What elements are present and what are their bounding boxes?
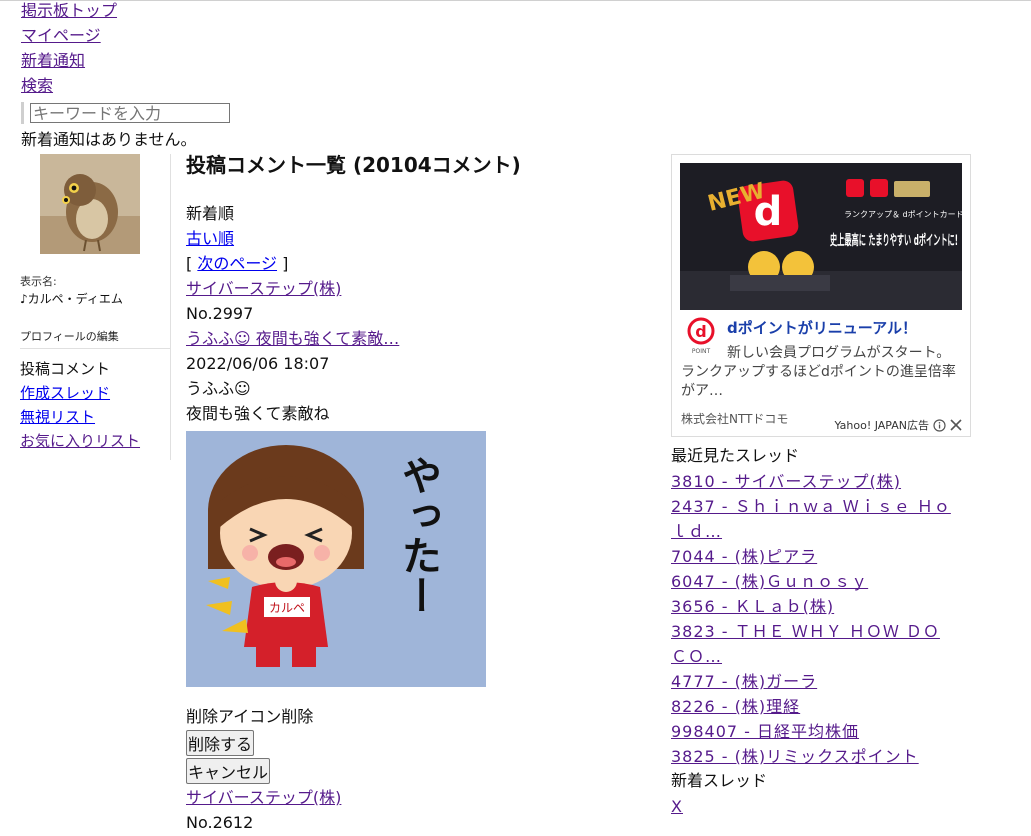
new-threads-heading: 新着スレッド [671, 771, 768, 790]
recent-thread-link[interactable]: 7044 - (株)ピアラ [671, 544, 961, 569]
thread-sidebar: 最近見たスレッド 3810 - サイバーステップ(株) 2437 - Ｓｈｉｎｗ… [671, 444, 961, 819]
sticker-text: やったー [395, 455, 441, 615]
next-post-number: No.2612 [186, 813, 254, 832]
delete-button[interactable]: 削除する [186, 730, 255, 756]
menu-ignore-list-link[interactable]: 無視リスト [20, 406, 140, 430]
keyword-search-input[interactable] [30, 103, 230, 123]
ad-body-line-2: ランクアップするほどdポイントの進呈倍率がア… [681, 364, 956, 399]
ad-banner-image[interactable]: d NEW ランクアップ＆ dポイントカードご利用で 史上最高に たまりやすい … [680, 163, 962, 310]
search-bar-divider [21, 102, 24, 124]
next-post-company-link[interactable]: サイバーステップ(株) [186, 788, 341, 807]
display-name-value: ♪カルペ・ディエム [20, 292, 123, 306]
ad-card[interactable]: d NEW ランクアップ＆ dポイントカードご利用で 史上最高に たまりやすい … [671, 154, 971, 437]
menu-posted-comments: 投稿コメント [20, 360, 111, 378]
cheering-girl-sticker-image: カルペ やったー [186, 431, 486, 687]
ad-title[interactable]: dポイントがリニューアル！ [727, 317, 917, 338]
nav-board-top-link[interactable]: 掲示板トップ [21, 0, 117, 25]
pager: [ 次のページ ] [186, 252, 656, 277]
top-nav: 掲示板トップ マイページ 新着通知 検索 [21, 0, 117, 100]
search-row [21, 101, 230, 125]
page-title: 投稿コメント一覧 (20104コメント) [186, 153, 521, 177]
cancel-button[interactable]: キャンセル [186, 758, 271, 784]
recent-threads-heading: 最近見たスレッド [671, 446, 800, 465]
ad-info-icon[interactable] [933, 418, 946, 432]
new-thread-link[interactable]: X [671, 794, 961, 819]
ad-sponsor: 株式会社NTTドコモ [681, 412, 789, 426]
sort-oldest-link[interactable]: 古い順 [186, 229, 234, 248]
notification-status: 新着通知はありません。 [21, 130, 197, 149]
sticker-name-tag: カルペ [269, 601, 305, 615]
nav-mypage-link[interactable]: マイページ [21, 25, 117, 50]
ad-body-line-1: 新しい会員プログラムがスタート。 [727, 345, 951, 361]
ad-label: Yahoo! JAPAN広告 [834, 417, 962, 433]
recent-thread-link[interactable]: 6047 - (株)Ｇｕｎｏｓｙ [671, 569, 961, 594]
recent-thread-link[interactable]: 3656 - ＫＬａｂ(株) [671, 594, 961, 619]
post-datetime: 2022/06/06 18:07 [186, 354, 330, 373]
svg-text:d: d [695, 322, 706, 341]
menu-created-threads-link[interactable]: 作成スレッド [20, 382, 140, 406]
ad-provider-label: Yahoo! JAPAN広告 [834, 419, 929, 432]
recent-thread-link[interactable]: 3810 - サイバーステップ(株) [671, 469, 961, 494]
recent-thread-link[interactable]: 3825 - (株)リミックスポイント [671, 744, 961, 769]
recent-thread-link[interactable]: 3823 - ＴＨＥ ＷＨＹ ＨＯＷ ＤＯ ＣＯ… [671, 619, 961, 669]
sort-newest: 新着順 [186, 204, 235, 223]
pager-close-bracket: ] [282, 254, 289, 273]
next-page-link[interactable]: 次のページ [197, 254, 277, 273]
top-border [0, 0, 1031, 1]
delete-heading: 削除アイコン削除 [186, 707, 314, 726]
nav-notifications-link[interactable]: 新着通知 [21, 50, 117, 75]
ad-body: 新しい会員プログラムがスタート。 ランクアップするほどdポイントの進呈倍率がア… [681, 344, 966, 401]
comment-list-main: 投稿コメント一覧 (20104コメント) 新着順 古い順 [ 次のページ ] サ… [186, 150, 656, 836]
nav-search-link[interactable]: 検索 [21, 75, 117, 100]
pager-open-bracket: [ [186, 254, 193, 273]
profile-menu: 投稿コメント 作成スレッド 無視リスト お気に入りリスト [20, 358, 140, 454]
post-number: No.2997 [186, 304, 254, 323]
display-name-label: 表示名: [20, 275, 57, 288]
sidebar-divider [20, 348, 170, 349]
ad-close-icon[interactable] [950, 419, 962, 431]
recent-thread-link[interactable]: 2437 - Ｓｈｉｎｗａ Ｗｉｓｅ Ｈｏｌｄ… [671, 494, 961, 544]
menu-favorites-link[interactable]: お気に入りリスト [20, 430, 140, 454]
post-thread-link[interactable]: うふふ☺ 夜間も強くて素敵… [186, 329, 399, 348]
ad-image-large-text: 史上最高に たまりやすい dポイントに! [830, 232, 958, 249]
recent-thread-link[interactable]: 8226 - (株)理経 [671, 694, 961, 719]
post-company-link[interactable]: サイバーステップ(株) [186, 279, 341, 298]
owl-avatar-image [40, 154, 140, 254]
profile-sidebar: 表示名: ♪カルペ・ディエム プロフィールの編集 投稿コメント 作成スレッド 無… [20, 154, 171, 460]
recent-thread-link[interactable]: 998407 - 日経平均株価 [671, 719, 961, 744]
recent-thread-link[interactable]: 4777 - (株)ガーラ [671, 669, 961, 694]
post-body-line-1: うふふ☺ [186, 379, 251, 398]
edit-profile-link[interactable]: プロフィールの編集 [20, 328, 119, 344]
post-body-line-2: 夜間も強くて素敵ね [186, 404, 330, 423]
ad-image-small-text: ランクアップ＆ dポイントカードご利用で [844, 209, 962, 219]
